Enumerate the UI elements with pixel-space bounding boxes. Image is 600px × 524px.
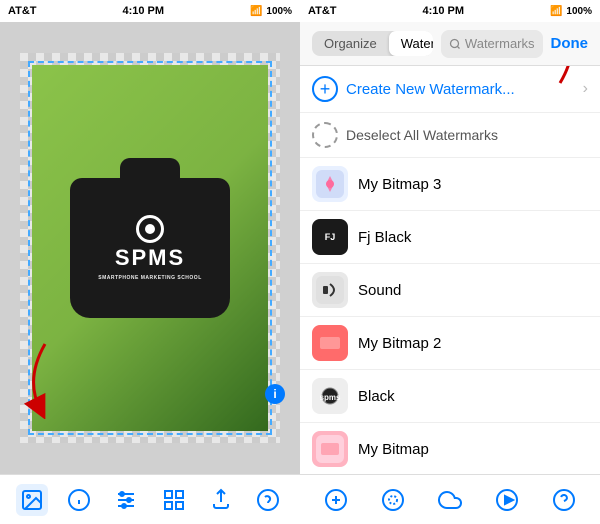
product-image: SPMS SMARTPHONE MARKETING SCHOOL [32,65,268,431]
watermark-icon-mybm [312,431,348,467]
left-panel: AT&T 4:10 PM 📶 100% SPMS SMARTPHONE MARK… [0,0,300,524]
help-button[interactable] [548,484,580,516]
done-button[interactable]: Done [551,35,589,52]
battery-left: 📶 100% [250,6,292,17]
cloud-button[interactable] [434,484,466,516]
create-new-label: Create New Watermark... [346,81,515,98]
bottom-toolbar-right [300,474,600,524]
info-indicator[interactable]: i [265,384,285,404]
watermark-label-mybm2: My Bitmap 2 [358,335,588,352]
svg-text:spms: spms [320,393,341,402]
search-box[interactable]: Watermarks [441,30,543,58]
toolbar-image-icon[interactable] [16,484,48,516]
top-nav: Organize Watermarks Watermarks Done [300,22,600,66]
carrier-left: AT&T [8,5,37,17]
bag-mock: SPMS SMARTPHONE MARKETING SCHOOL [60,158,240,338]
carrier-right: AT&T [308,5,337,17]
watermark-list: + Create New Watermark... › Deselect All… [300,66,600,474]
watermark-item-mybm[interactable]: My Bitmap [300,423,600,474]
watermark-item-fj[interactable]: FJ Fj Black [300,211,600,264]
watermark-label-mybm: My Bitmap [358,441,588,458]
bag-shape: SPMS SMARTPHONE MARKETING SCHOOL [70,178,230,318]
time-right: 4:10 PM [422,5,464,17]
status-bar-left: AT&T 4:10 PM 📶 100% [0,0,300,22]
toolbar-sliders-icon[interactable] [110,484,142,516]
status-bar-right: AT&T 4:10 PM 📶 100% [300,0,600,22]
chevron-right-icon: › [583,80,588,98]
watermark-icon-fj: FJ [312,219,348,255]
watermark-item-black[interactable]: spms Black [300,370,600,423]
watermark-icon-sound [312,272,348,308]
watermark-item-mybm2[interactable]: My Bitmap 2 [300,317,600,370]
right-panel: AT&T 4:10 PM 📶 100% Organize Watermarks … [300,0,600,524]
bitmap3-preview [316,170,344,198]
toolbar-grid-icon[interactable] [158,484,190,516]
checker-background: SPMS SMARTPHONE MARKETING SCHOOL [20,53,280,443]
play-button[interactable] [491,484,523,516]
watermark-icon-mybm2 [312,325,348,361]
image-canvas: SPMS SMARTPHONE MARKETING SCHOOL i [0,22,300,474]
search-icon [449,38,461,50]
add-watermark-button[interactable] [320,484,352,516]
time-left: 4:10 PM [122,5,164,17]
watermark-item-mybm3[interactable]: My Bitmap 3 [300,158,600,211]
battery-right: 📶 100% [550,6,592,17]
toolbar-help-icon[interactable] [252,484,284,516]
nav-segment: Organize Watermarks [312,31,433,56]
watermark-icon-black: spms [312,378,348,414]
watermarks-tab[interactable]: Watermarks [389,31,433,56]
search-placeholder: Watermarks [465,36,535,51]
create-new-watermark-row[interactable]: + Create New Watermark... › [300,66,600,113]
spms-circle [136,215,164,243]
watermark-label-fj: Fj Black [358,229,588,246]
watermark-label-black: Black [358,388,588,405]
toolbar-share-icon[interactable] [205,484,237,516]
watermark-item-sound[interactable]: Sound [300,264,600,317]
plus-circle-icon: + [312,76,338,102]
watermark-label-mybm3: My Bitmap 3 [358,176,588,193]
organize-tab[interactable]: Organize [312,31,389,56]
toolbar-info-icon[interactable] [63,484,95,516]
dashed-circle-icon [312,122,338,148]
watermark-icon-mybm3 [312,166,348,202]
watermark-label-sound: Sound [358,282,588,299]
spms-logo: SPMS SMARTPHONE MARKETING SCHOOL [98,215,202,281]
crop-button[interactable] [377,484,409,516]
bottom-toolbar-left [0,474,300,524]
deselect-all-row[interactable]: Deselect All Watermarks [300,113,600,158]
deselect-label: Deselect All Watermarks [346,127,498,143]
